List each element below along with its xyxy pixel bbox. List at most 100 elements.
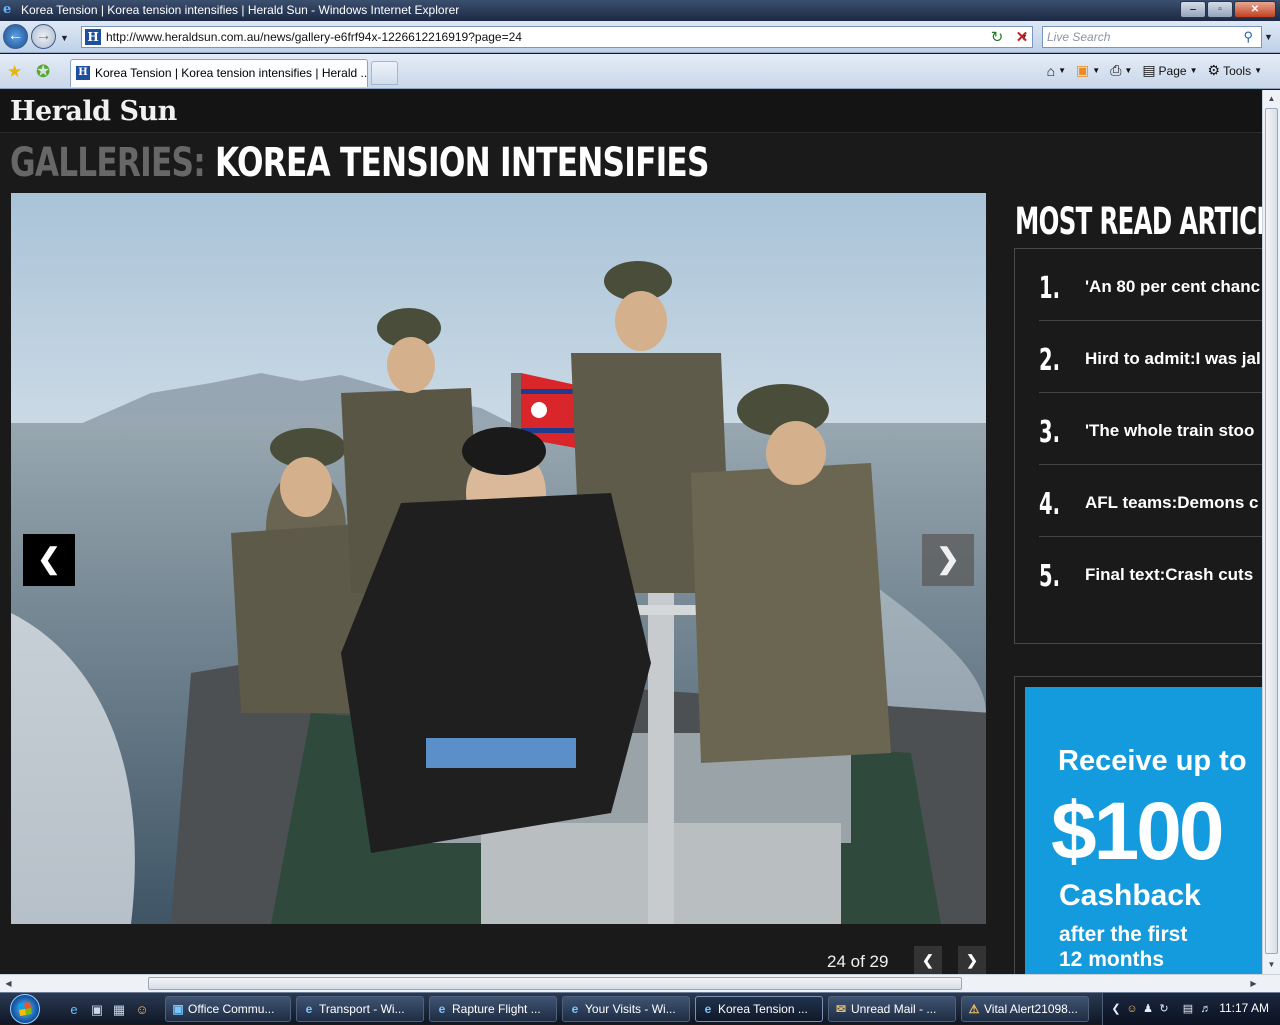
taskbar-item-rapture-flight[interactable]: e Rapture Flight ... bbox=[429, 996, 557, 1022]
favorites-star-icon[interactable]: ★ bbox=[7, 62, 22, 82]
network-people-icon[interactable]: ♟ bbox=[1141, 1002, 1155, 1016]
taskbar-item-transport[interactable]: e Transport - Wi... bbox=[296, 996, 424, 1022]
sync-icon[interactable]: ↻ bbox=[1157, 1002, 1171, 1016]
scroll-left-arrow[interactable]: ◀ bbox=[0, 975, 17, 992]
most-read-item-3[interactable]: 3. 'The whole train stoo bbox=[1039, 393, 1262, 465]
vertical-scroll-thumb[interactable] bbox=[1265, 108, 1278, 954]
window-title-bar: e Korea Tension | Korea tension intensif… bbox=[0, 0, 1280, 21]
most-read-link[interactable]: Final text:Crash cuts bbox=[1085, 565, 1253, 585]
network-icon[interactable]: ▤ bbox=[1181, 1002, 1195, 1016]
print-button[interactable]: ⎙ ▼ bbox=[1110, 62, 1132, 79]
most-read-number: 2. bbox=[1039, 343, 1060, 378]
gallery-prefix: GALLERIES: bbox=[10, 140, 206, 186]
scroll-down-arrow[interactable]: ▼ bbox=[1263, 956, 1280, 973]
address-url[interactable]: http://www.heraldsun.com.au/news/gallery… bbox=[106, 30, 522, 44]
horizontal-scroll-thumb[interactable] bbox=[148, 977, 962, 990]
taskbar-item-office-communicator[interactable]: ▣ Office Commu... bbox=[165, 996, 291, 1022]
taskbar-item-label: Office Commu... bbox=[188, 1002, 275, 1016]
most-read-link[interactable]: 'An 80 per cent chanc bbox=[1085, 277, 1260, 297]
window-controls: ‒ ▫ ✕ bbox=[1180, 1, 1276, 18]
most-read-link[interactable]: AFL teams:Demons c bbox=[1085, 493, 1259, 513]
taskbar-item-label: Korea Tension ... bbox=[718, 1002, 808, 1016]
show-desktop-icon[interactable]: ▣ bbox=[89, 1002, 105, 1018]
most-read-link[interactable]: Hird to admit:I was jal bbox=[1085, 349, 1261, 369]
taskbar-item-label: Transport - Wi... bbox=[319, 1002, 405, 1016]
most-read-item-5[interactable]: 5. Final text:Crash cuts bbox=[1039, 537, 1262, 609]
taskbar-clock[interactable]: 11:17 AM bbox=[1219, 1001, 1269, 1015]
mail-icon: ✉ bbox=[835, 1002, 847, 1016]
gallery-next-arrow[interactable]: ❯ bbox=[922, 534, 974, 586]
messenger-tray-icon[interactable]: ☺ bbox=[1125, 1002, 1139, 1016]
search-options-dropdown[interactable]: ▼ bbox=[1264, 32, 1273, 42]
ad-line-5: 12 months bbox=[1059, 948, 1165, 971]
feeds-button[interactable]: ▣ ▼ bbox=[1076, 62, 1100, 79]
tools-menu-label: Tools bbox=[1223, 63, 1252, 78]
forward-button[interactable]: → bbox=[31, 24, 56, 49]
gear-icon: ⚙ bbox=[1207, 62, 1221, 78]
horizontal-scrollbar[interactable]: ◀ ▶ bbox=[0, 974, 1280, 992]
maximize-button[interactable]: ▫ bbox=[1207, 1, 1233, 18]
ie-quicklaunch-icon[interactable]: e bbox=[66, 1002, 82, 1018]
close-button[interactable]: ✕ bbox=[1234, 1, 1276, 18]
recent-pages-dropdown[interactable]: ▼ bbox=[60, 33, 69, 43]
tab-bar: ★ ✪ H Korea Tension | Korea tension inte… bbox=[0, 54, 1280, 89]
most-read-item-2[interactable]: 2. Hird to admit:I was jal bbox=[1039, 321, 1262, 393]
ie-icon: e bbox=[571, 1002, 579, 1016]
page-icon: ▤ bbox=[1142, 62, 1156, 78]
search-icon[interactable]: ⚲ bbox=[1243, 27, 1253, 47]
page-menu-button[interactable]: ▤ Page ▼ bbox=[1142, 62, 1197, 79]
ie-icon: e bbox=[704, 1002, 712, 1016]
cashback-advertisement[interactable]: Receive up to $100 Cashback after the fi… bbox=[1025, 687, 1265, 977]
taskbar-item-your-visits[interactable]: e Your Visits - Wi... bbox=[562, 996, 690, 1022]
gallery-prev-arrow[interactable]: ❮ bbox=[23, 534, 75, 586]
most-read-link[interactable]: 'The whole train stoo bbox=[1085, 421, 1254, 441]
taskbar-item-label: Vital Alert21098... bbox=[984, 1002, 1078, 1016]
most-read-item-1[interactable]: 1. 'An 80 per cent chanc bbox=[1039, 249, 1262, 321]
system-tray: ❮ ☺ ♟ ↻ ▤ ♬ 11:17 AM bbox=[1102, 993, 1280, 1025]
vertical-scrollbar[interactable]: ▲ ▼ bbox=[1262, 90, 1280, 974]
pager-prev-button[interactable]: ❮ bbox=[914, 946, 942, 974]
volume-icon[interactable]: ♬ bbox=[1199, 1002, 1213, 1016]
window-title: Korea Tension | Korea tension intensifie… bbox=[21, 3, 460, 17]
messenger-quicklaunch-icon[interactable]: ☺ bbox=[134, 1002, 150, 1018]
ad-line-1: Receive up to bbox=[1058, 745, 1247, 777]
page-menu-label: Page bbox=[1158, 63, 1187, 78]
ie-icon: e bbox=[438, 1002, 446, 1016]
gallery-title: KOREA TENSION INTENSIFIES bbox=[215, 140, 709, 186]
scroll-right-arrow[interactable]: ▶ bbox=[1245, 975, 1262, 992]
back-button[interactable]: ← bbox=[3, 24, 28, 49]
taskbar-item-label: Unread Mail - ... bbox=[851, 1002, 937, 1016]
home-button[interactable]: ⌂ ▼ bbox=[1047, 63, 1066, 79]
address-input[interactable]: H http://www.heraldsun.com.au/news/galle… bbox=[81, 26, 1033, 48]
switch-windows-icon[interactable]: ▦ bbox=[111, 1002, 127, 1018]
add-favorites-icon[interactable]: ✪ bbox=[36, 62, 50, 82]
site-favicon-icon: H bbox=[85, 29, 101, 45]
scroll-up-arrow[interactable]: ▲ bbox=[1263, 90, 1280, 107]
photo-counter: 24 of 29 bbox=[827, 952, 889, 971]
tab-korea-tension[interactable]: H Korea Tension | Korea tension intensif… bbox=[70, 59, 368, 87]
command-bar: ⌂ ▼ ▣ ▼ ⎙ ▼ ▤ Page ▼ ⚙ Tools ▼ bbox=[1047, 62, 1262, 79]
ad-line-4: after the first bbox=[1059, 923, 1188, 946]
minimize-button[interactable]: ‒ bbox=[1180, 1, 1206, 18]
printer-icon: ⎙ bbox=[1110, 62, 1122, 78]
boat-photo-image bbox=[11, 193, 986, 924]
gallery-photo[interactable] bbox=[11, 193, 986, 924]
taskbar-item-korea-tension[interactable]: e Korea Tension ... bbox=[695, 996, 823, 1022]
search-input[interactable]: Live Search ⚲ bbox=[1042, 26, 1262, 48]
stop-icon[interactable]: ✕ bbox=[1013, 29, 1031, 47]
taskbar-item-vital-alert[interactable]: ⚠ Vital Alert21098... bbox=[961, 996, 1089, 1022]
tray-expand-icon[interactable]: ❮ bbox=[1109, 1002, 1123, 1016]
most-read-heading: MOST READ ARTICLES bbox=[1015, 200, 1262, 243]
refresh-icon[interactable]: ↻ bbox=[988, 29, 1006, 47]
rss-icon: ▣ bbox=[1076, 62, 1090, 78]
windows-logo-icon bbox=[10, 994, 40, 1024]
most-read-number: 1. bbox=[1039, 271, 1060, 306]
herald-sun-logo[interactable]: Herald Sun bbox=[10, 96, 177, 127]
tools-menu-button[interactable]: ⚙ Tools ▼ bbox=[1208, 62, 1263, 79]
pager-next-button[interactable]: ❯ bbox=[958, 946, 986, 974]
tab-favicon-icon: H bbox=[76, 66, 90, 80]
taskbar-item-unread-mail[interactable]: ✉ Unread Mail - ... bbox=[828, 996, 956, 1022]
new-tab-button[interactable] bbox=[371, 61, 398, 85]
most-read-item-4[interactable]: 4. AFL teams:Demons c bbox=[1039, 465, 1262, 537]
start-button[interactable] bbox=[4, 993, 50, 1025]
